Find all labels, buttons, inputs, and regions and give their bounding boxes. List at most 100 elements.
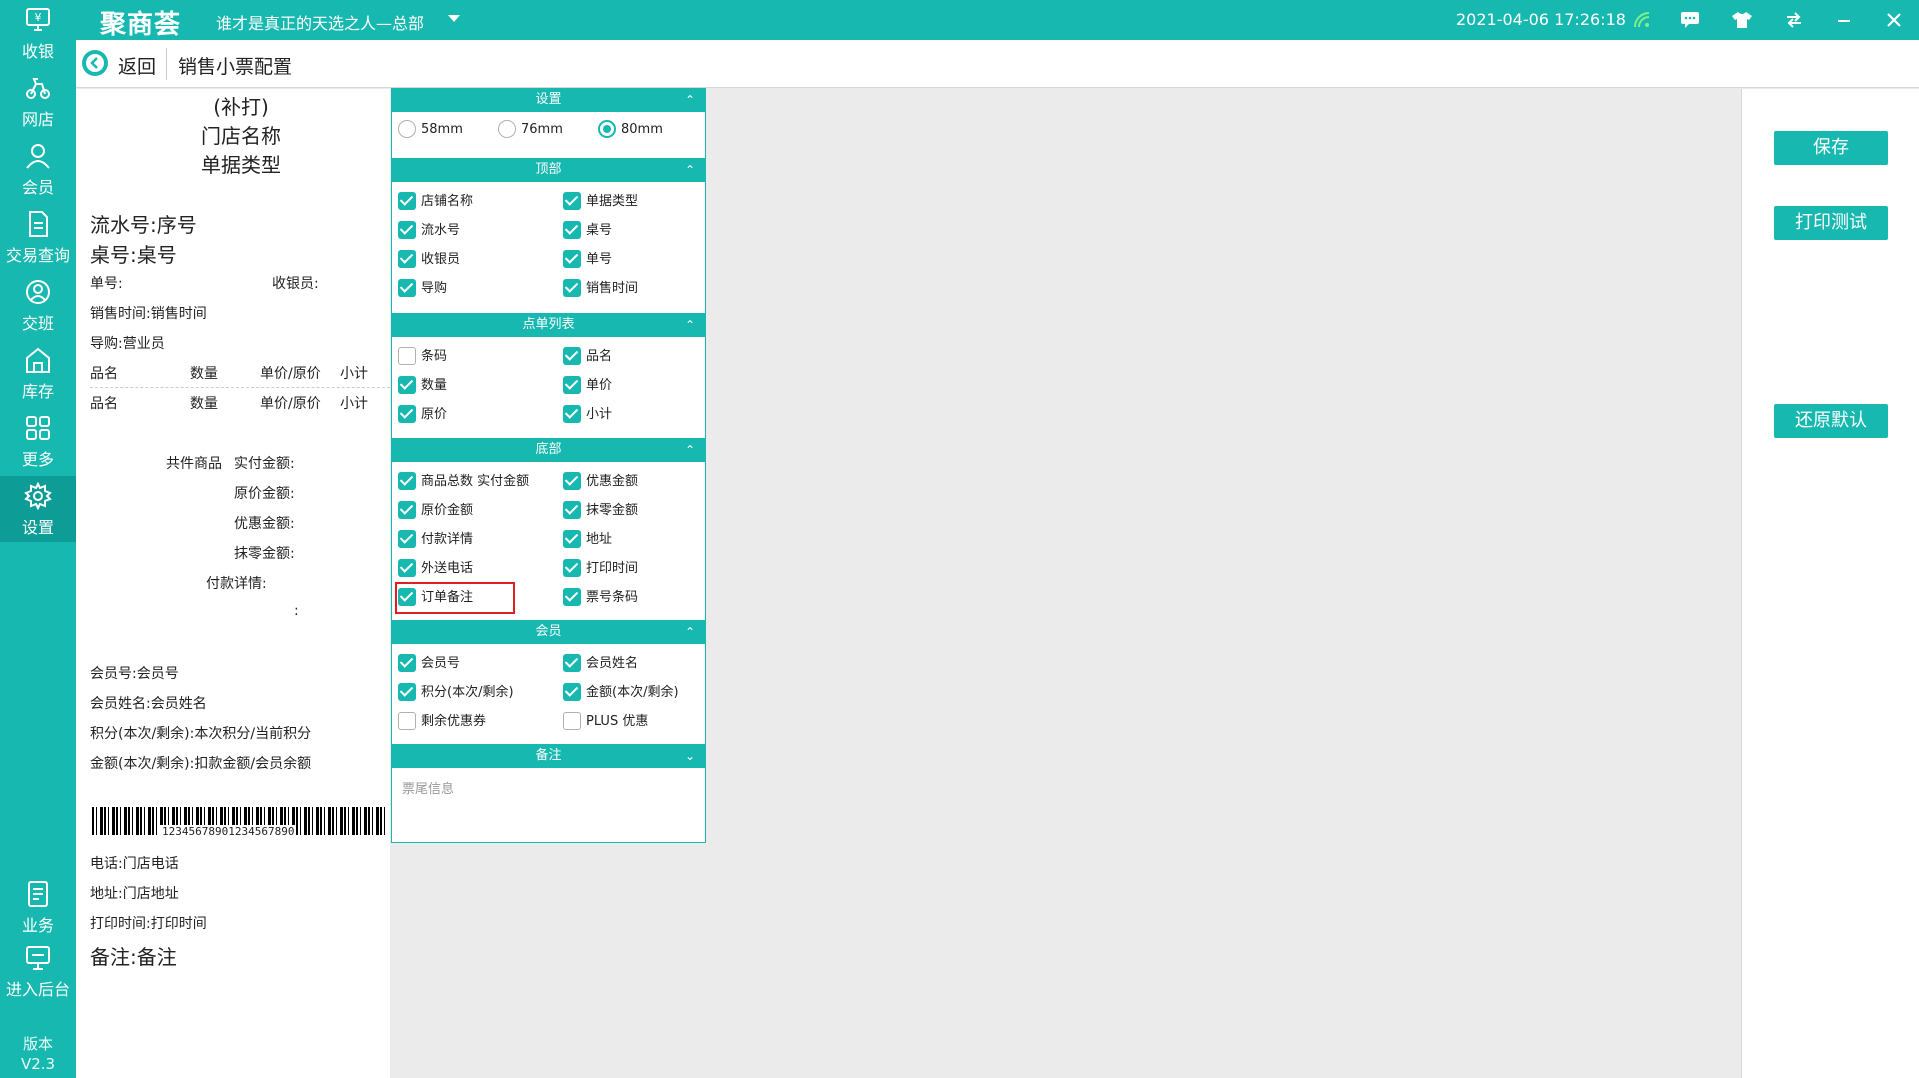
section-header-member[interactable]: 会员 ⌃ <box>392 620 705 644</box>
checkbox-checked[interactable] <box>563 500 581 519</box>
chevron-up-icon[interactable]: ⌃ <box>685 620 695 644</box>
section-header-list[interactable]: 点单列表 ⌃ <box>392 313 705 337</box>
checkbox-table[interactable]: 桌号 <box>563 220 612 241</box>
checkbox-checked[interactable] <box>398 500 416 519</box>
checkbox-sale-time[interactable]: 销售时间 <box>563 278 638 299</box>
checkbox-checked[interactable] <box>398 471 416 490</box>
radio-58mm[interactable]: 58mm <box>398 119 463 140</box>
section-header-bottom[interactable]: 底部 ⌃ <box>392 438 705 462</box>
back-button[interactable]: 返回 <box>118 52 156 79</box>
checkbox-barcode[interactable]: 条码 <box>398 346 447 367</box>
chevron-up-icon[interactable]: ⌃ <box>685 438 695 462</box>
checkbox-checked[interactable] <box>563 249 581 268</box>
checkbox-checked[interactable] <box>398 558 416 577</box>
checkbox-checked[interactable] <box>398 529 416 548</box>
checkbox-unchecked[interactable] <box>398 711 416 730</box>
checkbox-checked[interactable] <box>398 220 416 239</box>
checkbox-qty[interactable]: 数量 <box>398 375 447 396</box>
section-header-remark[interactable]: 备注 ⌄ <box>392 744 705 768</box>
checkbox-order-no[interactable]: 单号 <box>563 249 612 270</box>
close-icon[interactable] <box>1882 8 1906 32</box>
checkbox-member-no[interactable]: 会员号 <box>398 653 460 674</box>
store-selector[interactable]: 谁才是真正的天选之人—总部 <box>216 10 424 34</box>
section-header-settings[interactable]: 设置 ⌃ <box>392 88 705 112</box>
checkbox-serial[interactable]: 流水号 <box>398 220 460 241</box>
sidebar-item-cashier[interactable]: ¥ 收银 <box>0 0 76 66</box>
checkbox-unit-price[interactable]: 单价 <box>563 375 612 396</box>
checkbox-doc-type[interactable]: 单据类型 <box>563 191 638 212</box>
checkbox-checked[interactable] <box>563 346 581 365</box>
sidebar-item-label: 收银 <box>21 42 54 61</box>
sidebar-item-more[interactable]: 更多 <box>0 408 76 474</box>
chevron-up-icon[interactable]: ⌃ <box>685 158 695 182</box>
sidebar-item-settings[interactable]: 设置 <box>0 476 76 542</box>
checkbox-rounding[interactable]: 抹零金额 <box>563 500 638 521</box>
chevron-down-icon[interactable] <box>448 15 460 22</box>
sidebar-item-shift[interactable]: 交班 <box>0 272 76 338</box>
message-icon[interactable] <box>1678 8 1702 32</box>
radio-circle[interactable] <box>398 119 416 138</box>
checkbox-original-amount[interactable]: 原价金额 <box>398 500 473 521</box>
restore-default-button[interactable]: 还原默认 <box>1774 404 1888 438</box>
checkbox-checked[interactable] <box>563 191 581 210</box>
chevron-up-icon[interactable]: ⌃ <box>685 313 695 337</box>
checkbox-original-price[interactable]: 原价 <box>398 404 447 425</box>
checkbox-subtotal[interactable]: 小计 <box>563 404 612 425</box>
sidebar-item-member[interactable]: 会员 <box>0 136 76 202</box>
checkbox-checked[interactable] <box>398 682 416 701</box>
checkbox-ticket-barcode[interactable]: 票号条码 <box>563 587 638 608</box>
checkbox-checked[interactable] <box>563 653 581 672</box>
back-arrow-icon[interactable] <box>82 50 108 76</box>
checkbox-points[interactable]: 积分(本次/剩余) <box>398 682 514 703</box>
save-button[interactable]: 保存 <box>1774 131 1888 165</box>
checkbox-checked[interactable] <box>398 404 416 423</box>
checkbox-checked[interactable] <box>563 278 581 297</box>
checkbox-cashier[interactable]: 收银员 <box>398 249 460 270</box>
sidebar-item-business[interactable]: 业务 <box>0 874 76 940</box>
checkbox-checked[interactable] <box>563 529 581 548</box>
radio-76mm[interactable]: 76mm <box>498 119 563 140</box>
checkbox-checked[interactable] <box>563 682 581 701</box>
sidebar-item-backend[interactable]: 进入后台 <box>0 938 76 1004</box>
checkbox-total-paid[interactable]: 商品总数 实付金额 <box>398 471 529 492</box>
checkbox-discount[interactable]: 优惠金额 <box>563 471 638 492</box>
remark-input[interactable]: 票尾信息 <box>402 778 454 797</box>
checkbox-amount[interactable]: 金额(本次/剩余) <box>563 682 679 703</box>
switch-arrows-icon[interactable] <box>1782 8 1806 32</box>
checkbox-checked[interactable] <box>563 220 581 239</box>
checkbox-checked[interactable] <box>563 587 581 606</box>
checkbox-checked[interactable] <box>563 404 581 423</box>
skin-shirt-icon[interactable] <box>1730 8 1754 32</box>
checkbox-item-name[interactable]: 品名 <box>563 346 612 367</box>
radio-circle-selected[interactable] <box>598 119 616 138</box>
radio-80mm[interactable]: 80mm <box>598 119 663 140</box>
chevron-down-icon[interactable]: ⌄ <box>685 744 695 768</box>
checkbox-member-name[interactable]: 会员姓名 <box>563 653 638 674</box>
checkbox-address[interactable]: 地址 <box>563 529 612 550</box>
checkbox-checked[interactable] <box>398 278 416 297</box>
checkbox-pay-detail[interactable]: 付款详情 <box>398 529 473 550</box>
checkbox-unchecked[interactable] <box>398 346 416 365</box>
radio-circle[interactable] <box>498 119 516 138</box>
checkbox-checked[interactable] <box>398 653 416 672</box>
chevron-up-icon[interactable]: ⌃ <box>685 88 695 112</box>
checkbox-plus[interactable]: PLUS 优惠 <box>563 711 648 732</box>
checkbox-guide[interactable]: 导购 <box>398 278 447 299</box>
checkbox-checked[interactable] <box>563 471 581 490</box>
checkbox-coupons[interactable]: 剩余优惠券 <box>398 711 486 732</box>
checkbox-checked[interactable] <box>398 375 416 394</box>
print-test-button[interactable]: 打印测试 <box>1774 206 1888 240</box>
checkbox-checked[interactable] <box>398 191 416 210</box>
section-header-top[interactable]: 顶部 ⌃ <box>392 158 705 182</box>
minimize-icon[interactable] <box>1832 8 1856 32</box>
checkbox-checked[interactable] <box>563 558 581 577</box>
sidebar-item-online-store[interactable]: 网店 <box>0 68 76 134</box>
checkbox-store-name[interactable]: 店铺名称 <box>398 191 473 212</box>
checkbox-print-time[interactable]: 打印时间 <box>563 558 638 579</box>
checkbox-delivery-phone[interactable]: 外送电话 <box>398 558 473 579</box>
sidebar-item-transaction-query[interactable]: 交易查询 <box>0 204 76 270</box>
sidebar-item-inventory[interactable]: 库存 <box>0 340 76 406</box>
checkbox-checked[interactable] <box>398 249 416 268</box>
checkbox-unchecked[interactable] <box>563 711 581 730</box>
checkbox-checked[interactable] <box>563 375 581 394</box>
